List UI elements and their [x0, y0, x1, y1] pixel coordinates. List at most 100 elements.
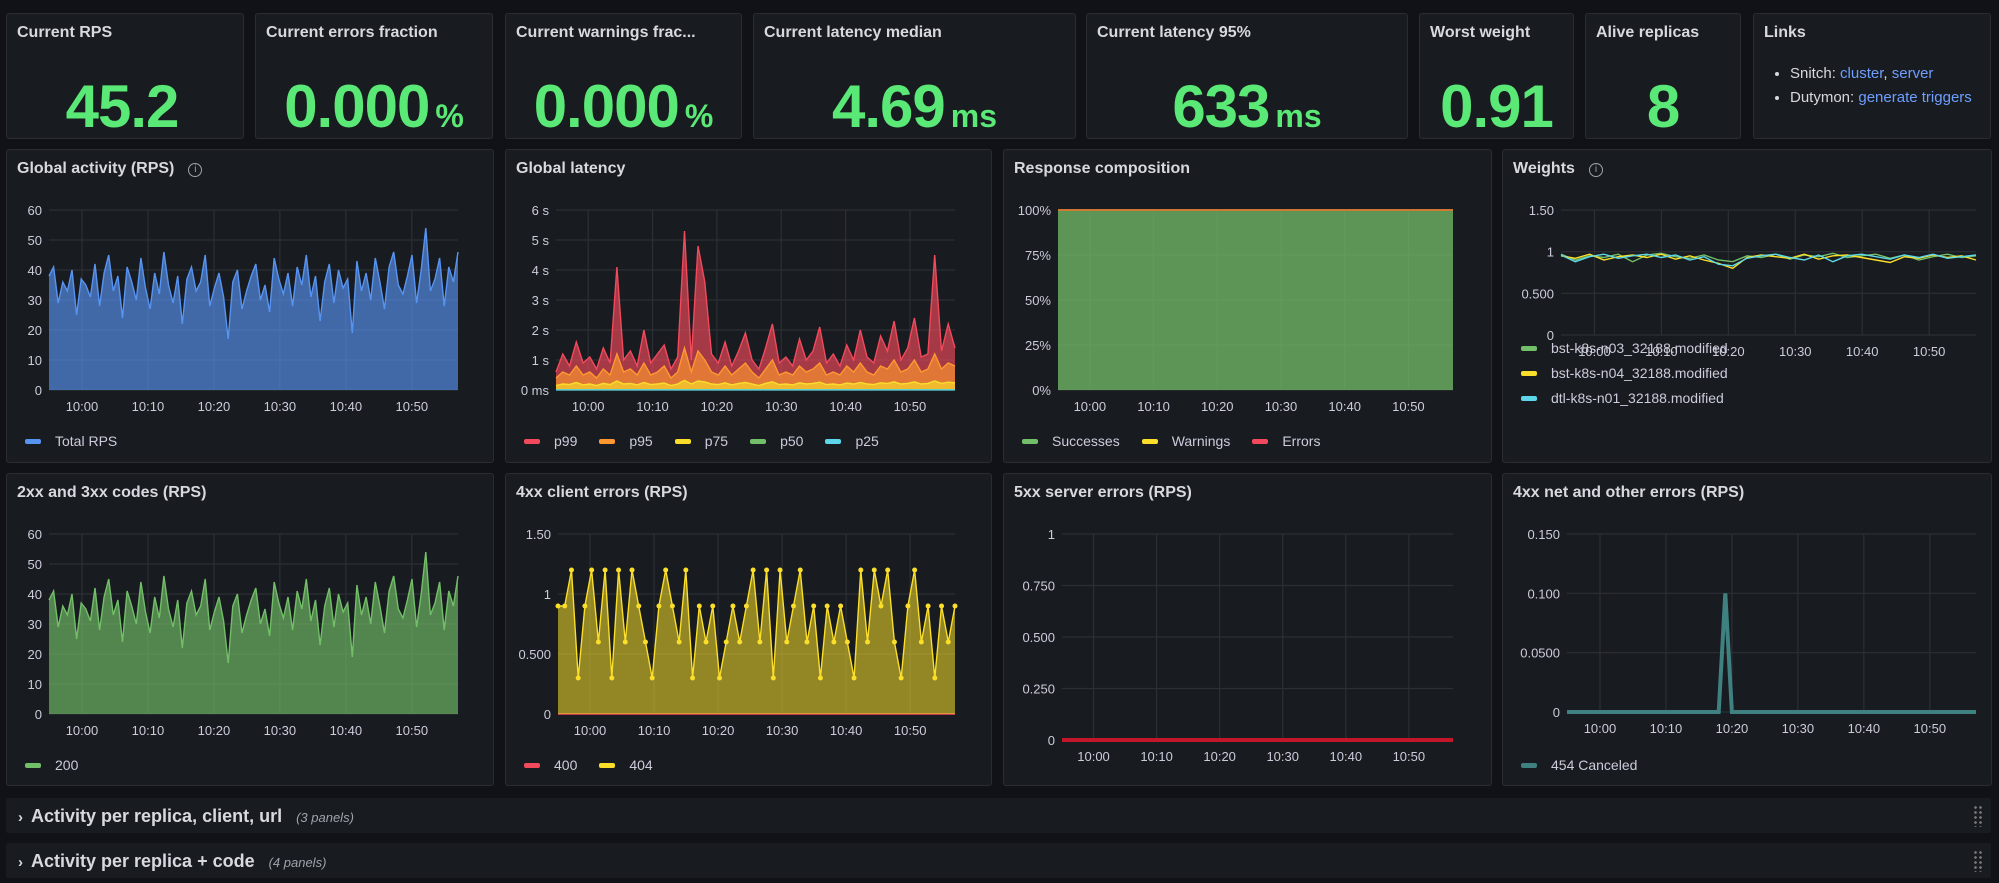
stat-alive-replicas[interactable]: Alive replicas 8 — [1585, 13, 1741, 141]
y-tick-label: 1 s — [532, 353, 550, 368]
panel-4xx-net-other-errors[interactable]: 4xx net and other errors (RPS) 0 0.0500 0.1… — [1502, 473, 1992, 786]
y-tick-label: 50 — [28, 233, 42, 248]
y-tick-label: 0 — [544, 707, 551, 722]
legend-item[interactable]: Total RPS — [25, 433, 117, 449]
legend-item[interactable]: 200 — [25, 757, 78, 773]
drag-handle-icon[interactable] — [1973, 850, 1983, 872]
legend-swatch — [524, 762, 540, 768]
stat-latency-median[interactable]: Current latency median 4.69 ms — [753, 13, 1076, 141]
link-server[interactable]: server — [1892, 65, 1934, 82]
legend-item[interactable]: bst-k8s-n03_32188.modified — [1521, 340, 1728, 356]
drag-handle-icon[interactable] — [1973, 805, 1983, 827]
link-cluster[interactable]: cluster — [1840, 65, 1883, 82]
x-tick-label: 10:30 — [766, 723, 799, 738]
panel-title: Current warnings frac... — [516, 24, 696, 41]
x-tick-label: 10:20 — [198, 399, 231, 414]
series-area-200 — [49, 552, 458, 714]
link-generate-triggers[interactable]: generate triggers — [1858, 89, 1971, 106]
row-label: Activity per replica, client, url — [31, 806, 283, 826]
y-tick-label: 1.50 — [1529, 203, 1554, 218]
legend-label: 200 — [55, 757, 79, 773]
y-tick-label: 6 s — [532, 203, 550, 218]
legend-swatch — [1521, 345, 1537, 351]
stat-value: 4.69 ms — [832, 72, 1075, 141]
legend-item[interactable]: p25 — [825, 433, 879, 449]
panel-global-latency[interactable]: Global latency 0 ms 1 s2 s3 s4 s5 s6 s 10:0… — [505, 149, 992, 463]
stat-errors-fraction[interactable]: Current errors fraction 0.000% — [255, 13, 493, 140]
legend-item[interactable]: 404 — [599, 757, 653, 773]
x-tick-label: 10:10 — [1137, 399, 1170, 414]
panel-2xx-3xx-codes[interactable]: 2xx and 3xx codes (RPS) 0 10 20 30 40 50 60 10:0… — [6, 473, 494, 786]
value: 0.000 — [284, 73, 430, 140]
y-tick-label: 20 — [28, 323, 42, 338]
legend: Successes Warnings Errors — [1022, 433, 1320, 449]
y-tick-label: 0.500 — [1521, 286, 1554, 301]
x-tick-label: 10:50 — [894, 399, 927, 414]
legend-label: p75 — [704, 433, 729, 449]
legend-item[interactable]: p75 — [674, 433, 729, 449]
legend-swatch — [25, 438, 41, 444]
stat-value: 0.91 — [1420, 72, 1573, 141]
x-tick-label: 10:10 — [636, 399, 669, 414]
x-tick-label: 10:20 — [702, 723, 735, 738]
panel-global-activity[interactable]: Global activity (RPS) i 0 10 20 30 40 50 60 10:00… — [6, 149, 494, 463]
chart-svg: 0 ms 1 s 2 s 3 s 4 s 5 s 6 s 10:00 10:10 10:20 10:… — [521, 203, 956, 414]
panel-4xx-client-errors[interactable]: 4xx client errors (RPS) 0 0.500 1 1.50 10:00 1… — [505, 473, 992, 786]
y-tick-label: 10 — [28, 353, 42, 368]
legend-label: dtl-k8s-n01_32188.modified — [1551, 390, 1724, 406]
stat-current-rps[interactable]: Current RPS 45.2 — [6, 13, 244, 141]
legend-item[interactable]: Successes — [1022, 433, 1120, 449]
chart-svg: 0 0.500 1 1.50 10:00 10:10 10:20 10:30 10:40 10:5… — [518, 527, 958, 738]
y-tick-label: 25% — [1025, 338, 1051, 353]
legend-label: p25 — [855, 433, 879, 449]
y-tick-label: 0 — [35, 707, 42, 722]
x-tick-label: 10:00 — [1074, 399, 1107, 414]
legend-item[interactable]: 454 Canceled — [1521, 757, 1637, 773]
panel-response-composition[interactable]: Response composition 0% 25% 50% 75% 100% 10:00… — [1003, 149, 1492, 463]
row-activity-per-replica-code[interactable]: › Activity per replica + code (4 panels) — [6, 843, 1991, 878]
x-tick-label: 10:40 — [1328, 399, 1361, 414]
row-activity-per-replica-client-url[interactable]: › Activity per replica, client, url (3 pan… — [6, 798, 1991, 833]
legend-item[interactable]: bst-k8s-n04_32188.modified — [1521, 365, 1728, 381]
y-tick-label: 0.150 — [1527, 527, 1560, 542]
legend-item[interactable]: 400 — [524, 757, 577, 773]
x-tick-label: 10:40 — [330, 399, 363, 414]
link-item-dutymon: Dutymon: generate triggers — [1790, 86, 1972, 110]
stat-worst-weight[interactable]: Worst weight 0.91 — [1419, 13, 1574, 141]
row-title[interactable]: › Activity per replica + code (4 panels) — [18, 851, 326, 872]
legend-item[interactable]: p50 — [750, 433, 803, 449]
legend-item[interactable]: p99 — [524, 433, 577, 449]
y-tick-label: 2 s — [532, 323, 550, 338]
y-tick-label: 40 — [28, 587, 42, 602]
row-panel-count: (4 panels) — [268, 855, 327, 870]
value: 0.000 — [533, 73, 680, 140]
y-tick-label: 0 — [1048, 733, 1055, 748]
x-tick-label: 10:50 — [1913, 344, 1946, 359]
value: 45.2 — [65, 73, 180, 140]
legend-item[interactable]: dtl-k8s-n01_32188.modified — [1521, 390, 1728, 406]
value: 633 — [1172, 73, 1270, 140]
x-tick-label: 10:30 — [1779, 344, 1812, 359]
legend-item[interactable]: Errors — [1252, 433, 1320, 449]
x-tick-label: 10:10 — [1650, 721, 1683, 736]
y-tick-label: 30 — [28, 617, 42, 632]
legend-item[interactable]: Warnings — [1141, 433, 1230, 449]
legend-swatch — [825, 438, 842, 444]
panel-weights[interactable]: Weights i 0 0.500 1 1.50 10:00 10:10 10:20 10:30 1… — [1502, 149, 1992, 463]
row-title[interactable]: › Activity per replica, client, url (3 pan… — [18, 806, 354, 827]
legend-swatch — [1252, 438, 1269, 444]
stat-value: 45.2 — [7, 72, 243, 141]
panel-title: Current errors fraction — [266, 24, 438, 41]
x-tick-label: 10:50 — [1393, 749, 1426, 764]
panel-5xx-server-errors[interactable]: 5xx server errors (RPS) 0 0.250 0.500 0.750 1… — [1003, 473, 1492, 786]
y-tick-label: 1 — [1048, 527, 1055, 542]
legend-item[interactable]: p95 — [599, 433, 653, 449]
y-tick-label: 0.500 — [1022, 630, 1055, 645]
y-tick-label: 100% — [1018, 203, 1052, 218]
stat-value: 8 — [1586, 72, 1740, 141]
x-tick-label: 10:10 — [132, 399, 165, 414]
stat-warnings-fraction[interactable]: Current warnings frac... 0.000% — [505, 13, 742, 140]
link-label: Dutymon: — [1790, 89, 1855, 106]
x-tick-label: 10:50 — [894, 723, 927, 738]
stat-latency-95[interactable]: Current latency 95% 633 ms — [1086, 13, 1408, 140]
